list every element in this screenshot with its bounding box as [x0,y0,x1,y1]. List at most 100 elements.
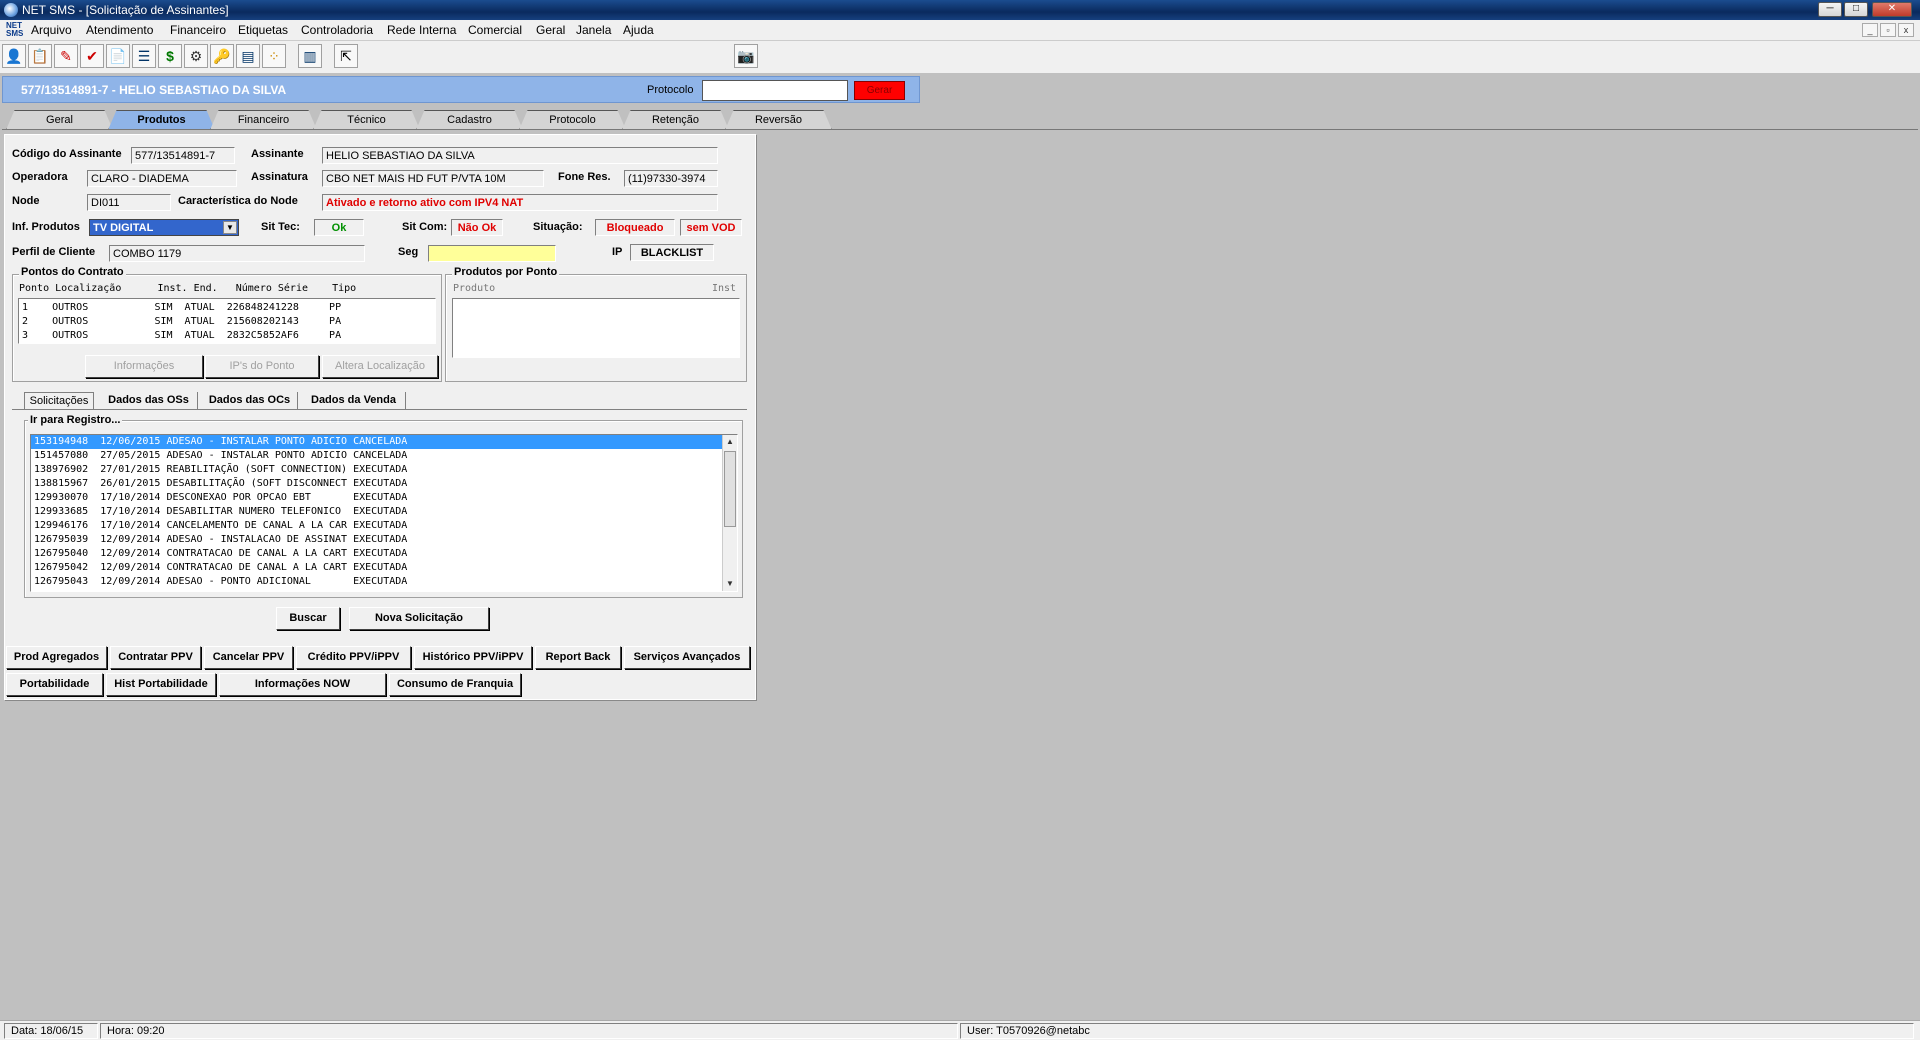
menu-etiquetas[interactable]: Etiquetas [238,23,288,37]
calc-icon[interactable]: ▤ [236,44,260,68]
title-bar: NET SMS - [Solicitação de Assinantes] ─ … [0,0,1920,20]
mdi-restore-button[interactable]: ▫ [1880,23,1896,37]
informacoes-now-button[interactable]: Informações NOW [219,673,386,696]
menu-comercial[interactable]: Comercial [468,23,522,37]
ips-ponto-button[interactable]: IP's do Ponto [205,355,319,378]
tab-tecnico[interactable]: Técnico [313,110,420,130]
toolbar: 👤 📋 ✎ ✔ 📄 ☰ $ ⚙ 🔑 ▤ ⁘ ▥ ⇱ 📷 [0,41,1920,73]
reports-icon[interactable]: ✔ [80,44,104,68]
tab-reversao[interactable]: Reversão [725,110,832,130]
camera-icon[interactable]: 📷 [734,44,758,68]
ir-para-registro-title: Ir para Registro... [28,414,123,426]
bell-icon[interactable]: ⁘ [262,44,286,68]
buscar-button[interactable]: Buscar [276,607,340,630]
tools-icon[interactable]: ⚙ [184,44,208,68]
tab-financeiro[interactable]: Financeiro [210,110,317,130]
node-field: DI011 [87,194,171,211]
checklist-icon[interactable]: 📋 [28,44,52,68]
chevron-down-icon[interactable]: ▼ [223,221,237,234]
mdi-close-button[interactable]: x [1898,23,1914,37]
hist-portabilidade-button[interactable]: Hist Portabilidade [106,673,216,696]
table-row[interactable]: 126795043 12/09/2014 ADESAO - PONTO ADIC… [31,575,737,589]
historico-ppv-button[interactable]: Histórico PPV/iPPV [414,646,532,669]
close-button[interactable]: ✕ [1872,2,1912,17]
assinatura-field: CBO NET MAIS HD FUT P/VTA 10M [322,170,544,187]
table-row[interactable]: 138976902 27/01/2015 REABILITAÇÃO (SOFT … [31,463,737,477]
window-title: NET SMS - [Solicitação de Assinantes] [22,3,229,17]
tab-solicitacoes[interactable]: Solicitações [24,392,94,410]
table-row[interactable]: 151457080 27/05/2015 ADESAO - INSTALAR P… [31,449,737,463]
servicos-avancados-button[interactable]: Serviços Avançados [624,646,750,669]
document-icon[interactable]: 📄 [106,44,130,68]
prod-agregados-button[interactable]: Prod Agregados [6,646,107,669]
tab-dados-ocs[interactable]: Dados das OCs [202,392,298,410]
sit-com-field: Não Ok [451,219,503,236]
tab-produtos[interactable]: Produtos [108,110,215,130]
exit-icon[interactable]: ⇱ [334,44,358,68]
menu-ajuda[interactable]: Ajuda [623,23,654,37]
menu-atendimento[interactable]: Atendimento [86,23,153,37]
tab-divider [2,129,1918,130]
inst-col-header: Inst [712,283,737,294]
contratar-ppv-button[interactable]: Contratar PPV [110,646,201,669]
produtos-ponto-list[interactable] [452,298,740,358]
informacoes-button[interactable]: Informações [85,355,203,378]
table-row[interactable]: 126795039 12/09/2014 ADESAO - INSTALACAO… [31,533,737,547]
table-row[interactable]: 126795042 12/09/2014 CONTRATACAO DE CANA… [31,561,737,575]
tab-dados-oss[interactable]: Dados das OSs [100,392,198,410]
scroll-thumb[interactable] [724,451,736,527]
assinante-label: Assinante [251,148,304,160]
list-item[interactable]: 2 OUTROS SIM ATUAL 215608202143 PA [19,315,435,329]
phone-icon[interactable]: ▥ [298,44,322,68]
list-item[interactable]: 3 OUTROS SIM ATUAL 2832C5852AF6 PA [19,329,435,343]
table-row[interactable]: 129930070 17/10/2014 DESCONEXAO POR OPCA… [31,491,737,505]
solicitacoes-scrollbar[interactable]: ▲ ▼ [722,435,737,591]
seg-field[interactable] [428,245,556,262]
table-row[interactable]: 129933685 17/10/2014 DESABILITAR NUMERO … [31,505,737,519]
portabilidade-button[interactable]: Portabilidade [6,673,103,696]
menu-janela[interactable]: Janela [576,23,611,37]
key-icon[interactable]: 🔑 [210,44,234,68]
scroll-down-icon[interactable]: ▼ [723,577,737,591]
scroll-up-icon[interactable]: ▲ [723,435,737,449]
status-date: Data: 18/06/15 [4,1023,98,1039]
credito-ppv-button[interactable]: Crédito PPV/iPPV [296,646,411,669]
operadora-field: CLARO - DIADEMA [87,170,237,187]
menu-rede-interna[interactable]: Rede Interna [387,23,456,37]
report-back-button[interactable]: Report Back [535,646,621,669]
maximize-button[interactable]: □ [1844,2,1868,17]
cancelar-ppv-button[interactable]: Cancelar PPV [204,646,293,669]
menu-controladoria[interactable]: Controladoria [301,23,373,37]
caract-node-field: Ativado e retorno ativo com IPV4 NAT [322,194,718,211]
list-icon[interactable]: ☰ [132,44,156,68]
solicitacoes-list[interactable]: 153194948 12/06/2015 ADESAO - INSTALAR P… [30,434,738,592]
inf-produtos-select[interactable]: TV DIGITAL ▼ [89,219,239,236]
tab-dados-venda[interactable]: Dados da Venda [302,392,406,410]
money-icon[interactable]: $ [158,44,182,68]
node-label: Node [12,195,40,207]
consumo-franquia-button[interactable]: Consumo de Franquia [389,673,521,696]
list-item[interactable]: 1 OUTROS SIM ATUAL 226848241228 PP [19,299,435,315]
generate-button[interactable]: Gerar [854,81,905,100]
perfil-label: Perfil de Cliente [12,246,96,258]
altera-localizacao-button[interactable]: Altera Localização [322,355,438,378]
table-row[interactable]: 153194948 12/06/2015 ADESAO - INSTALAR P… [31,435,737,449]
pen-icon[interactable]: ✎ [54,44,78,68]
tab-retencao[interactable]: Retenção [622,110,729,130]
table-row[interactable]: 138815967 26/01/2015 DESABILITAÇÃO (SOFT… [31,477,737,491]
menu-financeiro[interactable]: Financeiro [170,23,226,37]
table-row[interactable]: 129946176 17/10/2014 CANCELAMENTO DE CAN… [31,519,737,533]
tab-geral[interactable]: Geral [6,110,113,130]
table-row[interactable]: 126795040 12/09/2014 CONTRATACAO DE CANA… [31,547,737,561]
person-icon[interactable]: 👤 [2,44,26,68]
nova-solicitacao-button[interactable]: Nova Solicitação [349,607,489,630]
sms-menu-icon[interactable]: NET SMS [6,22,23,38]
tab-cadastro[interactable]: Cadastro [416,110,523,130]
mdi-minimize-button[interactable]: _ [1862,23,1878,37]
menu-arquivo[interactable]: Arquivo [31,23,72,37]
protocol-input[interactable] [702,80,848,101]
menu-geral[interactable]: Geral [536,23,565,37]
tab-protocolo[interactable]: Protocolo [519,110,626,130]
pontos-list[interactable]: 1 OUTROS SIM ATUAL 226848241228 PP 2 OUT… [18,298,436,344]
minimize-button[interactable]: ─ [1818,2,1842,17]
